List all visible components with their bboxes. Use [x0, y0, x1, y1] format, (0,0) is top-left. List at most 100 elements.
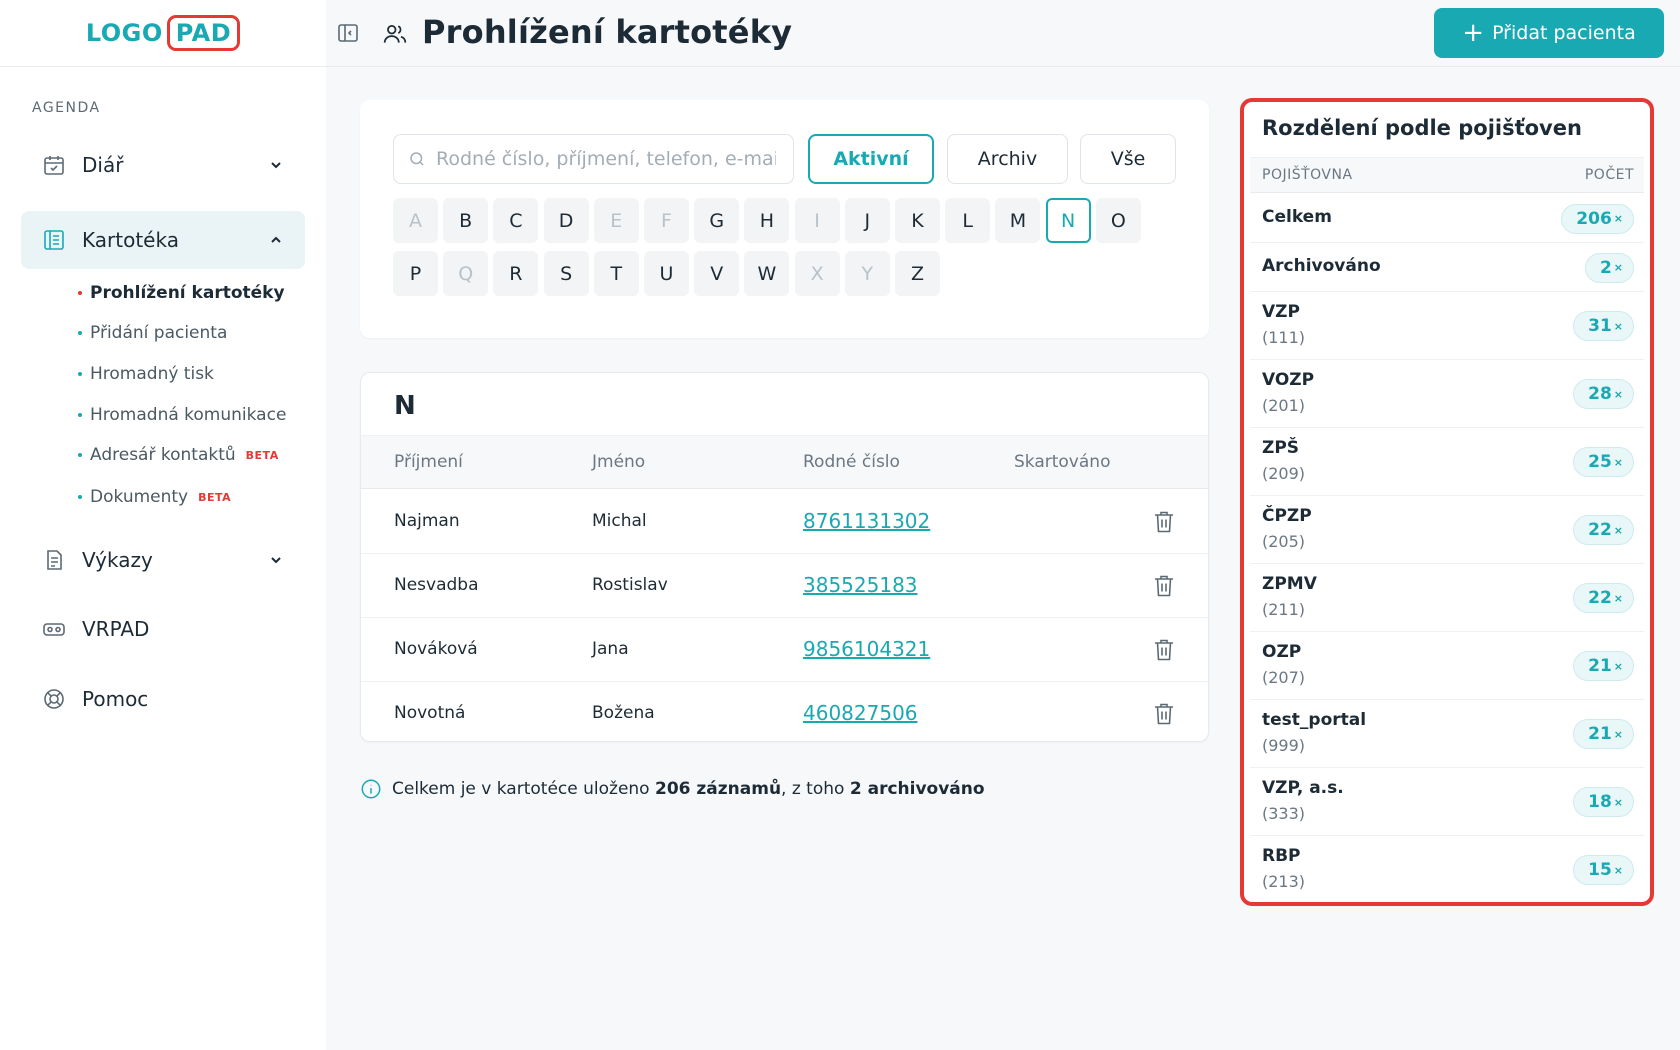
- column-header-surname[interactable]: Příjmení: [394, 452, 463, 472]
- birth-number-link[interactable]: 385525183: [803, 573, 918, 597]
- count-value: 25: [1588, 452, 1612, 472]
- cell-name: Michal: [592, 511, 647, 531]
- column-header-name[interactable]: Jméno: [592, 452, 645, 472]
- letter-filter-s[interactable]: S: [543, 251, 589, 296]
- filter-archive-button[interactable]: Archiv: [947, 134, 1068, 184]
- letter-filter-c[interactable]: C: [493, 198, 539, 243]
- count-value: 2: [1599, 257, 1612, 278]
- birth-number-link[interactable]: 9856104321: [803, 637, 930, 661]
- search-box[interactable]: [393, 134, 794, 184]
- letter-filter-w[interactable]: W: [744, 251, 790, 296]
- sidebar-item-label: Pomoc: [82, 687, 149, 711]
- birth-number-link[interactable]: 8761131302: [803, 509, 930, 533]
- summary-middle: , z toho: [781, 779, 845, 799]
- letter-filter-y: Y: [844, 251, 890, 296]
- multiplier-sign: ×: [1613, 863, 1623, 877]
- beta-badge: BETA: [245, 448, 279, 462]
- filter-active-button[interactable]: Aktivní: [808, 134, 934, 184]
- count-badge: 31 ×: [1573, 311, 1634, 341]
- letter-filter-m[interactable]: M: [995, 198, 1041, 243]
- count-badge: 22 ×: [1573, 583, 1634, 613]
- patients-table-card: N Příjmení Jméno Rodné číslo Skartováno …: [360, 372, 1209, 742]
- trash-icon[interactable]: [1153, 702, 1175, 726]
- multiplier-sign: ×: [1613, 591, 1623, 605]
- count-value: 22: [1588, 588, 1612, 608]
- letter-filter-d[interactable]: D: [543, 198, 589, 243]
- sidebar-item-label: Diář: [82, 153, 124, 177]
- birth-number-link[interactable]: 460827506: [803, 701, 918, 725]
- subitem-adresar-kontaktu[interactable]: Adresář kontaktů BETA: [78, 442, 279, 468]
- logo-text-logo: LOGO: [85, 19, 163, 47]
- table-row[interactable]: Nesvadba Rostislav 385525183: [361, 554, 1208, 618]
- bullet-dot: [78, 291, 82, 295]
- sidebar-item-label: Výkazy: [82, 548, 153, 572]
- users-icon: [382, 21, 408, 47]
- cell-surname: Novotná: [394, 703, 466, 723]
- insurance-row: ZPŠ (209) 25 ×: [1250, 428, 1644, 496]
- letter-filter-r[interactable]: R: [493, 251, 539, 296]
- count-value: 28: [1588, 384, 1612, 404]
- letter-filter-v[interactable]: V: [694, 251, 740, 296]
- search-input[interactable]: [436, 148, 776, 170]
- sidebar-item-kartoteka[interactable]: Kartotéka: [21, 211, 305, 269]
- trash-icon[interactable]: [1153, 574, 1175, 598]
- logo[interactable]: LOGO PAD: [85, 15, 241, 51]
- letter-filter-h[interactable]: H: [744, 198, 790, 243]
- column-header-shredded[interactable]: Skartováno: [1014, 452, 1110, 472]
- count-value: 206: [1576, 208, 1612, 229]
- cell-surname: Nesvadba: [394, 575, 479, 595]
- letter-filter-p[interactable]: P: [393, 251, 438, 296]
- multiplier-sign: ×: [1613, 659, 1623, 673]
- add-patient-button[interactable]: + Přidat pacienta: [1434, 8, 1664, 58]
- subitem-hromadny-tisk[interactable]: Hromadný tisk: [78, 361, 214, 387]
- cell-name: Jana: [592, 639, 629, 659]
- letter-filter-t[interactable]: T: [593, 251, 639, 296]
- summary-archived: 2 archivováno: [849, 779, 985, 799]
- logo-area: LOGO PAD: [0, 0, 326, 67]
- column-header-birth-number[interactable]: Rodné číslo: [803, 452, 900, 472]
- letter-filter-z[interactable]: Z: [895, 251, 940, 296]
- cell-name: Božena: [592, 703, 655, 723]
- insurer-name: RBP: [1262, 846, 1301, 866]
- letter-filter-b[interactable]: B: [443, 198, 489, 243]
- letter-filter-u[interactable]: U: [644, 251, 689, 296]
- trash-icon[interactable]: [1153, 638, 1175, 662]
- count-value: 21: [1588, 656, 1612, 676]
- letter-filter-j[interactable]: J: [844, 198, 890, 243]
- insurance-row: test_portal (999) 21 ×: [1250, 700, 1644, 768]
- table-row[interactable]: Nováková Jana 9856104321: [361, 618, 1208, 682]
- insurance-panel-title: Rozdělení podle pojišťoven: [1262, 116, 1582, 140]
- sidebar-item-vrpad[interactable]: VRPAD: [21, 600, 305, 658]
- multiplier-sign: ×: [1613, 727, 1623, 741]
- table-row[interactable]: Najman Michal 8761131302: [361, 490, 1208, 554]
- sidebar-item-diar[interactable]: Diář: [21, 136, 305, 194]
- subitem-label: Hromadná komunikace: [90, 405, 287, 425]
- letter-filter-g[interactable]: G: [694, 198, 740, 243]
- bullet-dot: [78, 372, 82, 376]
- trash-icon[interactable]: [1153, 510, 1175, 534]
- subitem-dokumenty[interactable]: Dokumenty BETA: [78, 484, 231, 510]
- letter-filter-o[interactable]: O: [1095, 198, 1141, 243]
- bullet-dot: [78, 495, 82, 499]
- column-header-insurer: POJIŠŤOVNA: [1262, 167, 1353, 183]
- sidebar-item-pomoc[interactable]: Pomoc: [21, 670, 305, 728]
- subitem-label: Adresář kontaktů: [90, 445, 236, 465]
- insurer-code: (207): [1262, 668, 1306, 687]
- insurance-row: VZP, a.s. (333) 18 ×: [1250, 768, 1644, 836]
- subitem-pridani-pacienta[interactable]: Přidání pacienta: [78, 320, 227, 346]
- insurer-code: (211): [1262, 600, 1306, 619]
- letter-filter-n[interactable]: N: [1045, 198, 1091, 243]
- sidebar-collapse-icon[interactable]: [336, 21, 362, 47]
- letter-filter-l[interactable]: L: [945, 198, 991, 243]
- cell-name: Rostislav: [592, 575, 668, 595]
- letter-filter-k[interactable]: K: [895, 198, 940, 243]
- filter-all-button[interactable]: Vše: [1080, 134, 1176, 184]
- add-patient-label: Přidat pacienta: [1492, 22, 1636, 44]
- subitem-prohlizeni-kartoteky[interactable]: Prohlížení kartotéky: [78, 280, 285, 306]
- multiplier-sign: ×: [1613, 387, 1623, 401]
- subitem-hromadna-komunikace[interactable]: Hromadná komunikace: [78, 402, 286, 428]
- subitem-label: Přidání pacienta: [90, 323, 228, 343]
- table-row[interactable]: Novotná Božena 460827506: [361, 682, 1208, 746]
- sidebar-item-vykazy[interactable]: Výkazy: [21, 531, 305, 589]
- count-value: 22: [1588, 520, 1612, 540]
